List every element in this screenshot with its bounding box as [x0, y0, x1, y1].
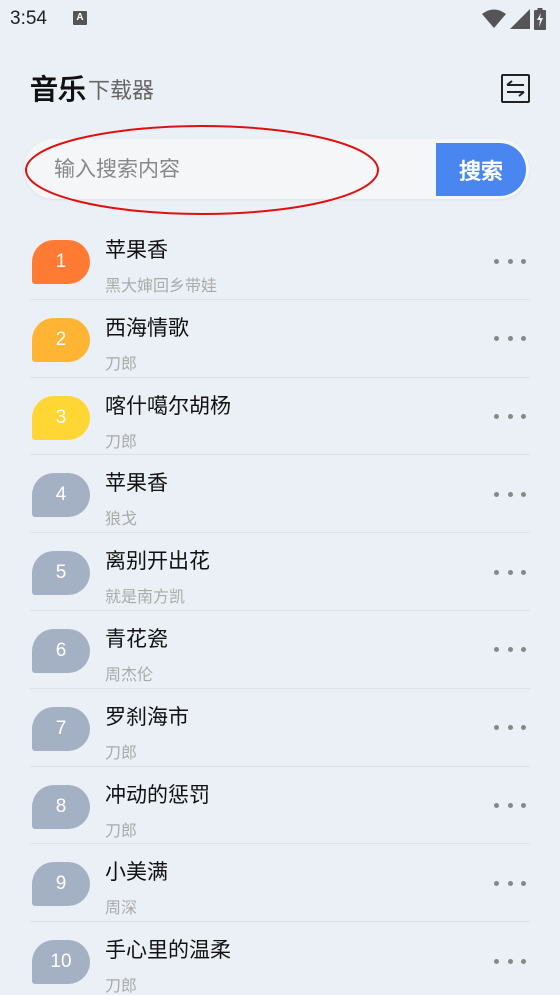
- app-title: 音乐 下载器: [30, 74, 154, 106]
- list-item[interactable]: 9 小美满 周深: [0, 844, 560, 922]
- song-artist: 黑大婶回乡带娃: [105, 276, 218, 295]
- song-title: 苹果香: [105, 471, 168, 496]
- song-list: 1 苹果香 黑大婶回乡带娃 2 西海情歌 刀郎 3 喀什噶尔胡杨 刀郎 4 苹果…: [0, 222, 560, 995]
- song-artist: 周深: [105, 898, 138, 918]
- status-bar: 3:54 A: [0, 0, 560, 40]
- status-time: 3:54: [10, 8, 47, 29]
- list-item[interactable]: 5 离别开出花 就是南方凯: [0, 533, 560, 611]
- song-title: 喀什噶尔胡杨: [105, 393, 231, 418]
- rank-badge: 2: [32, 317, 90, 362]
- rank-badge: 7: [32, 706, 90, 751]
- rank-badge: 8: [32, 784, 90, 829]
- rank-badge: 9: [32, 862, 90, 907]
- battery-charging-icon: [534, 8, 546, 30]
- notification-a-icon: A: [73, 11, 87, 25]
- list-item[interactable]: 10 手心里的温柔 刀郎: [0, 922, 560, 995]
- more-options-icon[interactable]: [494, 875, 526, 891]
- song-title: 冲动的惩罚: [105, 782, 210, 807]
- song-artist: 就是南方凯: [105, 587, 186, 607]
- switch-button[interactable]: [501, 74, 530, 103]
- list-item[interactable]: 1 苹果香 黑大婶回乡带娃: [0, 222, 560, 300]
- wifi-icon: [482, 9, 506, 28]
- list-item[interactable]: 6 青花瓷 周杰伦: [0, 611, 560, 689]
- switch-arrows-icon: [506, 80, 525, 97]
- song-artist: 刀郎: [105, 976, 138, 995]
- status-icons: [482, 8, 546, 30]
- song-title: 离别开出花: [105, 549, 210, 574]
- song-artist: 刀郎: [105, 353, 138, 373]
- search-input[interactable]: [54, 139, 434, 199]
- list-item[interactable]: 4 苹果香 狼戈: [0, 455, 560, 533]
- more-options-icon[interactable]: [494, 331, 526, 347]
- rank-badge: 5: [32, 551, 90, 596]
- more-options-icon[interactable]: [494, 798, 526, 814]
- more-options-icon[interactable]: [494, 564, 526, 580]
- song-title: 小美满: [105, 860, 168, 885]
- list-item[interactable]: 7 罗刹海市 刀郎: [0, 689, 560, 767]
- more-options-icon[interactable]: [494, 409, 526, 425]
- app-title-sub: 下载器: [88, 79, 155, 104]
- song-artist: 狼戈: [105, 509, 138, 529]
- app-title-main: 音乐: [30, 73, 87, 106]
- song-artist: 刀郎: [105, 820, 138, 840]
- list-item[interactable]: 2 西海情歌 刀郎: [0, 300, 560, 378]
- more-options-icon[interactable]: [494, 486, 526, 502]
- rank-badge: 1: [32, 240, 90, 284]
- song-artist: 刀郎: [105, 742, 138, 762]
- rank-badge: 4: [32, 473, 90, 518]
- rank-badge: 3: [32, 395, 90, 440]
- song-title: 苹果香: [105, 238, 168, 262]
- song-title: 罗刹海市: [105, 704, 189, 729]
- search-button[interactable]: 搜索: [436, 143, 526, 196]
- song-title: 青花瓷: [105, 626, 168, 651]
- list-item[interactable]: 8 冲动的惩罚 刀郎: [0, 767, 560, 845]
- signal-icon: [510, 9, 530, 29]
- song-title: 手心里的温柔: [105, 938, 231, 963]
- song-title: 西海情歌: [105, 315, 189, 340]
- more-options-icon[interactable]: [494, 953, 526, 969]
- more-options-icon[interactable]: [494, 720, 526, 736]
- song-artist: 刀郎: [105, 431, 138, 451]
- rank-badge: 10: [32, 940, 90, 985]
- song-artist: 周杰伦: [105, 664, 154, 684]
- rank-badge: 6: [32, 628, 90, 673]
- more-options-icon[interactable]: [494, 253, 526, 269]
- list-item[interactable]: 3 喀什噶尔胡杨 刀郎: [0, 378, 560, 456]
- more-options-icon[interactable]: [494, 642, 526, 658]
